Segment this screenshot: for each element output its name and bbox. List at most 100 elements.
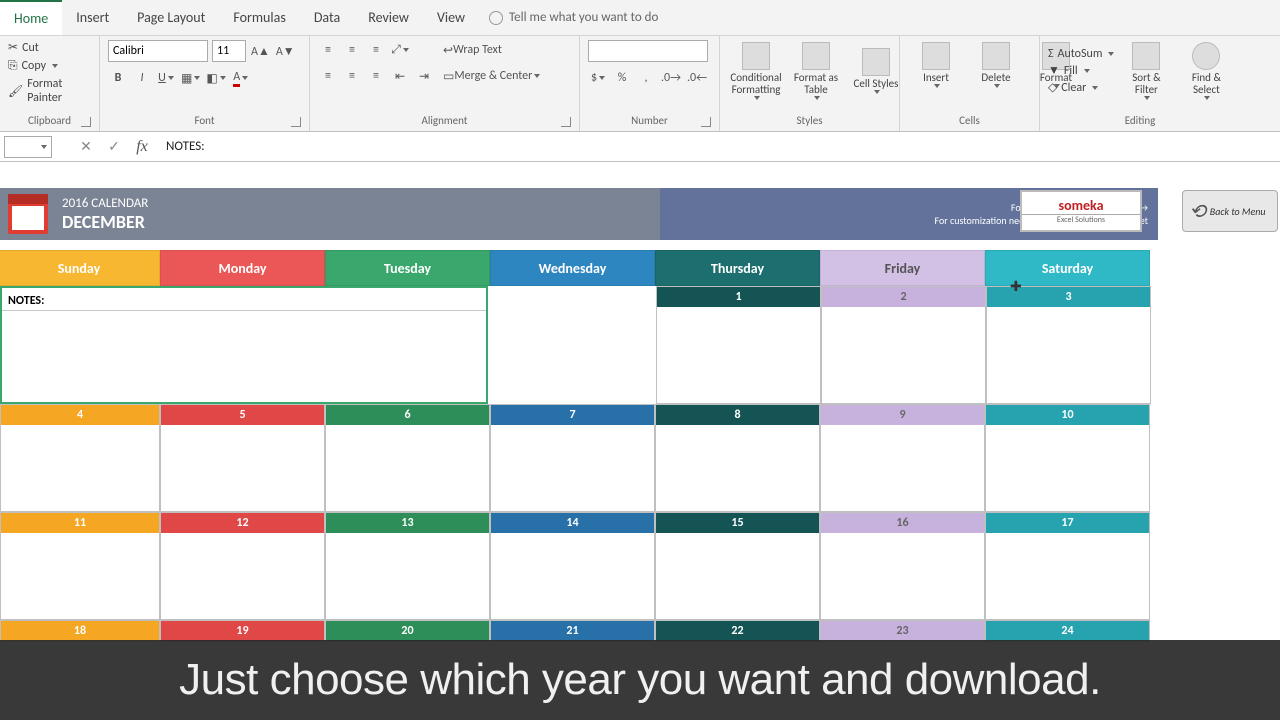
calendar-cell[interactable]: 21 <box>490 620 655 642</box>
someka-logo[interactable]: someka Excel Solutions <box>1020 190 1142 232</box>
delete-cells-button[interactable]: Delete <box>968 40 1024 90</box>
align-bottom-button[interactable]: ≡ <box>366 40 386 60</box>
day-header-tuesday: Tuesday <box>325 250 490 286</box>
calendar-cell[interactable]: 1 <box>656 286 821 404</box>
copy-button[interactable]: ⎘ Copy <box>8 59 91 73</box>
fill-button[interactable]: ▼ Fill <box>1048 63 1114 78</box>
group-label-cells: Cells <box>908 112 1031 129</box>
increase-decimal-button[interactable]: .0→ <box>660 68 682 88</box>
font-color-button[interactable]: A <box>231 68 251 88</box>
increase-indent-button[interactable]: ⇥ <box>414 66 434 86</box>
calendar-cell[interactable]: 3 <box>986 286 1151 404</box>
back-to-menu-button[interactable]: ⟲ Back to Menu <box>1182 190 1278 232</box>
ribbon-tabs: Home Insert Page Layout Formulas Data Re… <box>0 0 1280 36</box>
conditional-formatting-button[interactable]: Conditional Formatting <box>728 40 784 102</box>
font-size-select[interactable] <box>212 40 246 62</box>
cancel-formula-button[interactable]: ✕ <box>72 138 100 155</box>
day-header-monday: Monday <box>160 250 325 286</box>
font-name-select[interactable] <box>108 40 208 62</box>
bold-button[interactable]: B <box>108 68 128 88</box>
clear-button[interactable]: ◇ Clear <box>1048 80 1114 95</box>
sort-filter-button[interactable]: Sort & Filter <box>1118 40 1174 102</box>
notes-cell[interactable]: NOTES: <box>0 286 488 404</box>
number-format-select[interactable] <box>588 40 708 62</box>
tab-formulas[interactable]: Formulas <box>219 0 299 35</box>
calendar-cell[interactable]: 6 <box>325 404 490 512</box>
fx-icon[interactable]: fx <box>128 138 156 156</box>
calendar-cell[interactable]: 11 <box>0 512 160 620</box>
decrease-decimal-button[interactable]: .0← <box>686 68 708 88</box>
percent-button[interactable]: % <box>612 68 632 88</box>
calendar-month: DECEMBER <box>62 211 148 233</box>
group-label-alignment: Alignment <box>318 112 571 129</box>
borders-button[interactable]: ▦ <box>180 68 201 88</box>
tell-me-search[interactable]: Tell me what you want to do <box>489 0 658 35</box>
formula-bar: ✕ ✓ fx <box>0 132 1280 162</box>
calendar-cell[interactable]: 19 <box>160 620 325 642</box>
calendar-cell[interactable]: 23 <box>820 620 985 642</box>
tab-view[interactable]: View <box>423 0 479 35</box>
find-icon <box>1192 42 1220 70</box>
group-label-number: Number <box>588 112 711 129</box>
format-as-table-button[interactable]: Format as Table <box>788 40 844 102</box>
day-header-friday: Friday <box>820 250 985 286</box>
calendar-cell[interactable]: 12 <box>160 512 325 620</box>
tab-page-layout[interactable]: Page Layout <box>123 0 219 35</box>
find-select-button[interactable]: Find & Select <box>1178 40 1234 102</box>
calendar-cell[interactable]: 7 <box>490 404 655 512</box>
calendar-cell[interactable]: 4 <box>0 404 160 512</box>
calendar-cell[interactable]: 13 <box>325 512 490 620</box>
orientation-button[interactable]: ⤢ <box>390 40 410 60</box>
calendar-cell[interactable]: 18 <box>0 620 160 642</box>
accounting-button[interactable]: $ <box>588 68 608 88</box>
calendar-icon <box>8 194 48 234</box>
insert-icon <box>922 42 950 70</box>
comma-button[interactable]: , <box>636 68 656 88</box>
day-header-thursday: Thursday <box>655 250 820 286</box>
wrap-text-button[interactable]: ↩ Wrap Text <box>438 40 507 60</box>
align-center-button[interactable]: ≡ <box>342 66 362 86</box>
align-right-button[interactable]: ≡ <box>366 66 386 86</box>
calendar-cell[interactable]: 16 <box>820 512 985 620</box>
cond-format-icon <box>742 42 770 70</box>
tab-insert[interactable]: Insert <box>62 0 123 35</box>
tab-review[interactable]: Review <box>354 0 423 35</box>
calendar-cell[interactable]: 22 <box>655 620 820 642</box>
increase-font-button[interactable]: A▲ <box>250 41 271 61</box>
day-header-wednesday: Wednesday <box>490 250 655 286</box>
table-icon <box>802 42 830 70</box>
calendar-cell[interactable]: 8 <box>655 404 820 512</box>
decrease-indent-button[interactable]: ⇤ <box>390 66 410 86</box>
back-arrow-icon: ⟲ <box>1189 199 1206 224</box>
cell-styles-button[interactable]: Cell Styles <box>848 46 904 96</box>
calendar-cell[interactable]: 15 <box>655 512 820 620</box>
enter-formula-button[interactable]: ✓ <box>100 138 128 155</box>
calendar-cell[interactable]: 24 <box>985 620 1150 642</box>
tab-data[interactable]: Data <box>300 0 354 35</box>
align-middle-button[interactable]: ≡ <box>342 40 362 60</box>
merge-center-button[interactable]: ▭ Merge & Center <box>438 66 545 86</box>
align-left-button[interactable]: ≡ <box>318 66 338 86</box>
tab-home[interactable]: Home <box>0 0 62 35</box>
italic-button[interactable]: I <box>132 68 152 88</box>
autosum-button[interactable]: Σ AutoSum <box>1048 47 1114 61</box>
decrease-font-button[interactable]: A▼ <box>275 41 296 61</box>
fill-color-button[interactable]: ◧ <box>205 68 226 88</box>
calendar-title: 2016 CALENDAR <box>62 196 148 211</box>
calendar-cell[interactable]: 10 <box>985 404 1150 512</box>
calendar-cell[interactable]: 14 <box>490 512 655 620</box>
cut-button[interactable]: ✂ Cut <box>8 40 91 55</box>
insert-cells-button[interactable]: Insert <box>908 40 964 90</box>
format-painter-button[interactable]: 🖌 Format Painter <box>8 77 91 105</box>
group-label-editing: Editing <box>1048 112 1232 129</box>
align-top-button[interactable]: ≡ <box>318 40 338 60</box>
calendar-cell[interactable]: 9 <box>820 404 985 512</box>
name-box[interactable] <box>4 136 52 158</box>
calendar-cell[interactable]: 17 <box>985 512 1150 620</box>
formula-input[interactable] <box>156 136 1280 158</box>
bulb-icon <box>489 11 503 25</box>
calendar-cell[interactable]: 5 <box>160 404 325 512</box>
calendar-cell[interactable]: 2 <box>821 286 986 404</box>
calendar-cell[interactable]: 20 <box>325 620 490 642</box>
underline-button[interactable]: U <box>156 68 176 88</box>
